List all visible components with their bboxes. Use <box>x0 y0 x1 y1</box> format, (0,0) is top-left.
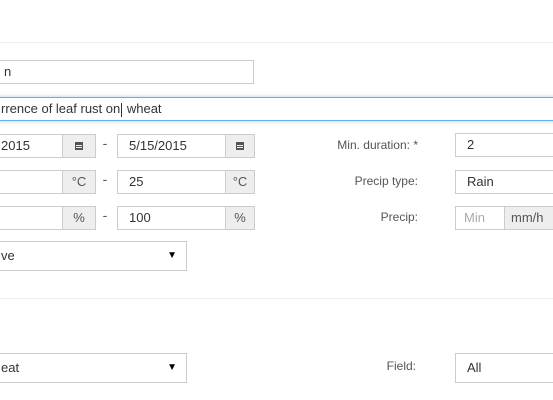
min-duration-label: Min. duration: * <box>337 138 418 152</box>
min-humidity-unit: % <box>62 206 96 230</box>
start-date-input[interactable]: 2015 <box>0 134 63 158</box>
end-date-input[interactable]: 5/15/2015 <box>117 134 226 158</box>
precip-label: Precip: <box>380 210 418 224</box>
max-temp-value: 25 <box>129 174 144 189</box>
field-label: Field: <box>386 359 416 373</box>
precip-unit: mm/h <box>504 206 553 230</box>
min-duration-value: 2 <box>467 137 475 152</box>
precip-type-value: Rain <box>467 174 494 189</box>
max-temp-unit: °C <box>225 170 255 194</box>
temp-range-dash: - <box>102 171 108 187</box>
humidity-range-dash: - <box>102 207 108 223</box>
max-humidity-value: 100 <box>129 210 151 225</box>
field-select[interactable]: All <box>455 353 553 383</box>
max-temp-input[interactable]: 25 <box>117 170 226 194</box>
precip-min-input[interactable]: Min <box>455 206 505 230</box>
form-page: n rrence of leaf rust on wheat 2015 - 5/… <box>0 0 553 400</box>
end-date-calendar-button[interactable] <box>225 134 255 158</box>
description-text-after: wheat <box>123 101 162 116</box>
description-text-before: rrence of leaf rust on <box>1 101 121 116</box>
condition-select-value: ve <box>1 248 15 263</box>
condition-select[interactable]: ve ▼ <box>0 241 187 271</box>
min-humidity-input[interactable] <box>0 206 63 230</box>
crop-select-value: eat <box>1 360 20 375</box>
start-date-value: 2015 <box>1 138 30 153</box>
end-date-value: 5/15/2015 <box>129 138 187 153</box>
section-divider-top <box>0 42 553 43</box>
chevron-down-icon: ▼ <box>167 362 177 373</box>
name-input-value: n <box>4 64 12 79</box>
calendar-icon <box>236 142 244 150</box>
min-duration-input[interactable]: 2 <box>455 133 553 157</box>
date-range-dash: - <box>102 135 108 151</box>
precip-min-placeholder: Min <box>464 210 485 225</box>
precip-type-label: Precip type: <box>354 174 418 188</box>
description-input[interactable]: rrence of leaf rust on wheat <box>0 97 553 121</box>
max-humidity-unit: % <box>225 206 255 230</box>
min-temp-input[interactable] <box>0 170 63 194</box>
max-humidity-input[interactable]: 100 <box>117 206 226 230</box>
start-date-calendar-button[interactable] <box>62 134 96 158</box>
precip-type-select[interactable]: Rain <box>455 170 553 194</box>
chevron-down-icon: ▼ <box>167 250 177 261</box>
name-input[interactable]: n <box>0 60 254 84</box>
field-select-value: All <box>467 360 482 375</box>
section-divider-bottom <box>0 298 553 299</box>
min-temp-unit: °C <box>62 170 96 194</box>
calendar-icon <box>75 142 83 150</box>
crop-select[interactable]: eat ▼ <box>0 353 187 383</box>
